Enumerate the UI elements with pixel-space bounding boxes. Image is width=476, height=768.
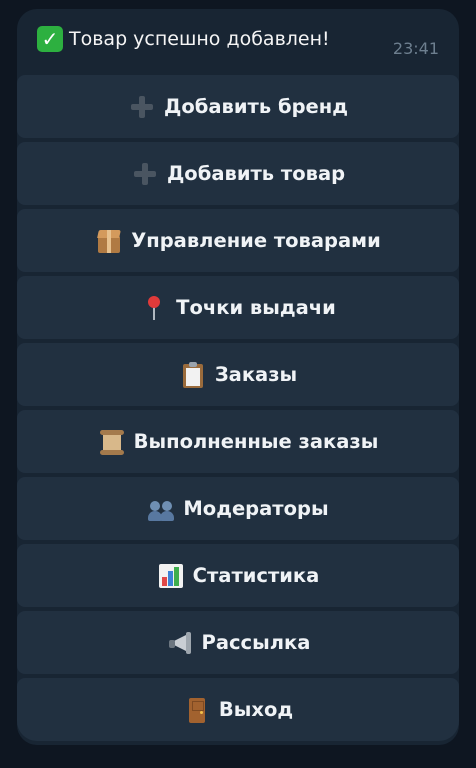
message-time: 23:41	[392, 39, 439, 58]
button-label: Выход	[218, 698, 294, 721]
scroll-icon	[98, 428, 126, 456]
package-icon	[95, 227, 123, 255]
button-label: Статистика	[192, 564, 320, 587]
manage-products-button[interactable]: Управление товарами	[17, 209, 459, 272]
completed-orders-button[interactable]: Выполненные заказы	[17, 410, 459, 473]
clipboard-icon	[179, 361, 207, 389]
bot-message-bubble: ✓ Товар успешно добавлен! 23:41 Добавить…	[17, 9, 459, 745]
check-mark-icon: ✓	[37, 26, 63, 52]
button-label: Модераторы	[183, 497, 329, 520]
pickup-points-button[interactable]: Точки выдачи	[17, 276, 459, 339]
bar-chart-icon	[157, 562, 185, 590]
message-text: Товар успешно добавлен!	[69, 28, 330, 50]
plus-icon	[128, 93, 156, 121]
exit-button[interactable]: Выход	[17, 678, 459, 741]
plus-icon	[131, 160, 159, 188]
inline-keyboard: Добавить бренд Добавить товар Управление…	[17, 73, 459, 741]
button-label: Точки выдачи	[176, 296, 336, 319]
moderators-button[interactable]: Модераторы	[17, 477, 459, 540]
button-label: Рассылка	[201, 631, 311, 654]
button-label: Управление товарами	[131, 229, 381, 252]
message: ✓ Товар успешно добавлен! 23:41	[17, 9, 459, 73]
button-label: Выполненные заказы	[133, 430, 379, 453]
statistics-button[interactable]: Статистика	[17, 544, 459, 607]
broadcast-button[interactable]: Рассылка	[17, 611, 459, 674]
add-product-button[interactable]: Добавить товар	[17, 142, 459, 205]
door-icon	[183, 696, 211, 724]
orders-button[interactable]: Заказы	[17, 343, 459, 406]
people-icon	[147, 495, 175, 523]
add-brand-button[interactable]: Добавить бренд	[17, 75, 459, 138]
megaphone-icon	[166, 629, 194, 657]
message-text-row: ✓ Товар успешно добавлен!	[37, 26, 330, 52]
button-label: Добавить бренд	[164, 95, 348, 118]
button-label: Заказы	[214, 363, 298, 386]
button-label: Добавить товар	[166, 162, 346, 185]
pushpin-icon	[140, 294, 168, 322]
